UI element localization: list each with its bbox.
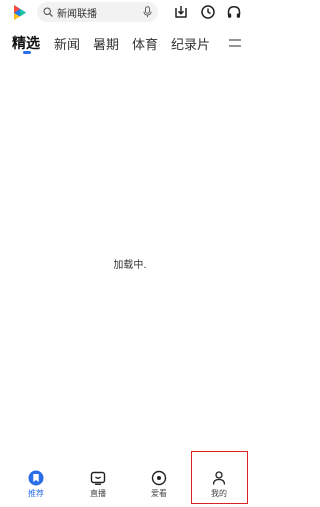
category-tabs: 精选 新闻 暑期 体育 纪录片 <box>0 30 260 56</box>
nav-live[interactable]: 直播 <box>73 470 123 499</box>
nav-recommend[interactable]: 推荐 <box>11 470 61 499</box>
active-tab-indicator <box>23 51 31 54</box>
top-bar: 新闻联播 <box>0 0 260 26</box>
nav-watch[interactable]: 爱看 <box>134 470 184 499</box>
history-icon[interactable] <box>200 4 216 20</box>
search-icon <box>43 7 53 17</box>
search-text: 新闻联播 <box>57 8 97 20</box>
headphones-icon[interactable] <box>226 4 242 20</box>
nav-label-watch: 爱看 <box>151 489 167 498</box>
download-icon[interactable] <box>173 4 189 20</box>
tab-documentary[interactable]: 纪录片 <box>171 34 210 53</box>
eye-icon <box>151 470 167 486</box>
highlight-box <box>191 451 248 504</box>
tab-summer[interactable]: 暑期 <box>93 34 119 53</box>
tv-icon <box>90 471 106 485</box>
microphone-icon[interactable] <box>143 6 152 18</box>
nav-label-live: 直播 <box>90 489 106 498</box>
tab-sports[interactable]: 体育 <box>132 34 158 53</box>
tab-featured[interactable]: 精选 <box>12 33 40 53</box>
search-bar[interactable]: 新闻联播 <box>37 2 158 22</box>
app-logo[interactable] <box>11 4 28 21</box>
recommend-icon <box>28 470 44 486</box>
tab-news[interactable]: 新闻 <box>54 34 80 53</box>
menu-icon[interactable] <box>228 37 242 49</box>
nav-label-recommend: 推荐 <box>28 489 44 498</box>
loading-text: 加载中. <box>113 260 147 271</box>
